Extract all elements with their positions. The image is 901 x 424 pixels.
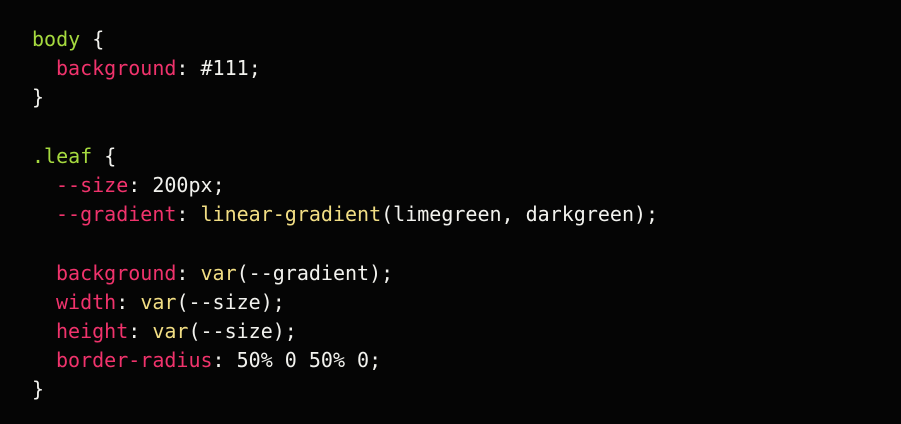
- colon: :: [116, 289, 141, 314]
- close-brace: }: [32, 377, 45, 402]
- property-height: height: [56, 318, 129, 343]
- function-var: var: [200, 260, 237, 285]
- function-args: (limegreen, darkgreen): [381, 202, 647, 227]
- open-brace: {: [92, 143, 117, 168]
- code-line-body-open: body {: [32, 25, 901, 54]
- selector-leaf: .leaf: [32, 143, 93, 168]
- code-line-border-radius: border-radius: 50% 0 50% 0;: [32, 346, 901, 375]
- property-background: background: [56, 260, 177, 285]
- colon: :: [128, 318, 153, 343]
- colon: :: [128, 172, 153, 197]
- code-line-body-background: background: #111;: [32, 54, 901, 83]
- semicolon: ;: [646, 202, 659, 227]
- code-line-body-close: }: [32, 83, 901, 112]
- function-var: var: [152, 318, 189, 343]
- colon: :: [176, 56, 201, 81]
- function-args: (--size): [176, 289, 273, 314]
- colon: :: [176, 260, 201, 285]
- colon: :: [212, 348, 237, 373]
- function-linear-gradient: linear-gradient: [200, 202, 382, 227]
- code-line-leaf-background: background: var(--gradient);: [32, 259, 901, 288]
- semicolon: ;: [381, 260, 394, 285]
- code-line-size: --size: 200px;: [32, 171, 901, 200]
- property-background: background: [56, 56, 177, 81]
- value-border-radius: 50% 0 50% 0: [236, 348, 370, 373]
- close-brace: }: [32, 85, 45, 110]
- code-line-gradient: --gradient: linear-gradient(limegreen, d…: [32, 200, 901, 229]
- function-args: (--gradient): [236, 260, 382, 285]
- property-size: --size: [56, 172, 129, 197]
- code-line-height: height: var(--size);: [32, 317, 901, 346]
- semicolon: ;: [212, 172, 225, 197]
- code-line-width: width: var(--size);: [32, 288, 901, 317]
- code-line-leaf-close: }: [32, 375, 901, 404]
- value-color: #111: [200, 56, 249, 81]
- colon: :: [176, 202, 201, 227]
- function-var: var: [140, 289, 177, 314]
- property-width: width: [56, 289, 117, 314]
- open-brace: {: [80, 27, 105, 51]
- semicolon: ;: [284, 318, 297, 343]
- property-gradient: --gradient: [56, 202, 177, 227]
- semicolon: ;: [248, 56, 261, 81]
- value-size: 200px: [152, 172, 213, 197]
- selector-body: body: [32, 27, 81, 51]
- css-code-block: body { background: #111; } .leaf { --siz…: [0, 0, 901, 424]
- function-args: (--size): [188, 318, 285, 343]
- semicolon: ;: [272, 289, 285, 314]
- code-line-leaf-open: .leaf {: [32, 142, 901, 171]
- property-border-radius: border-radius: [56, 348, 213, 373]
- semicolon: ;: [369, 348, 382, 373]
